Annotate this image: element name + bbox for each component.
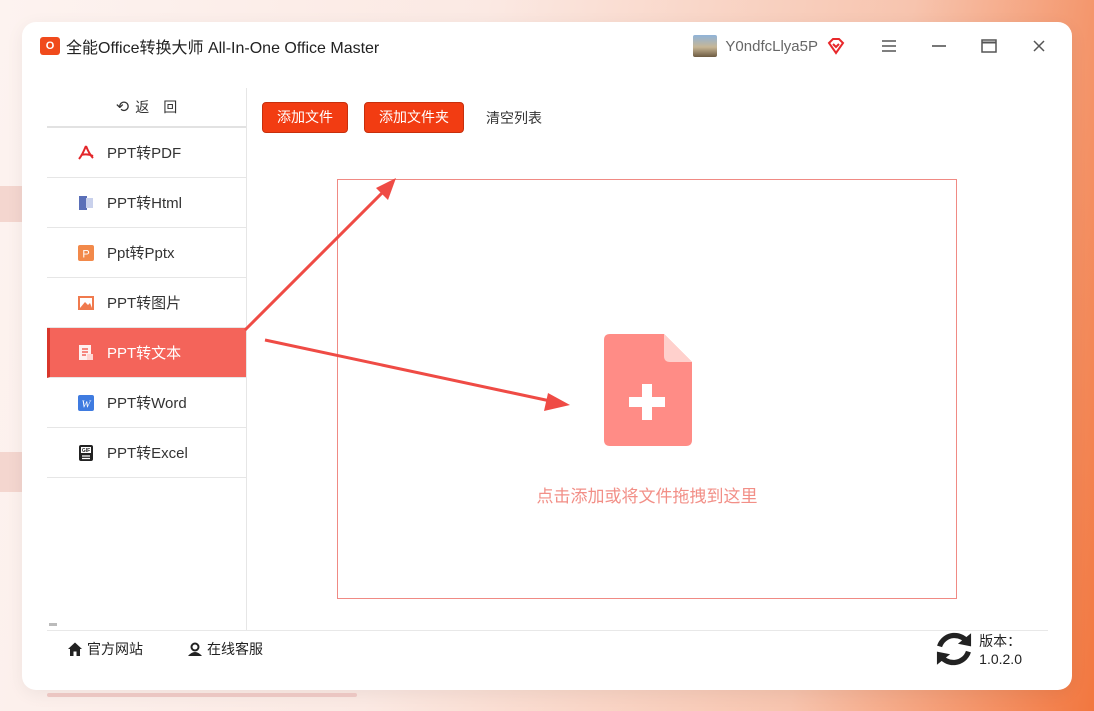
image-icon (77, 294, 95, 312)
sidebar-item-ppt-to-html[interactable]: PPT转Html (47, 178, 246, 228)
support-link[interactable]: 在线客服 (187, 639, 263, 659)
vip-diamond-icon[interactable] (826, 36, 846, 56)
home-icon (68, 642, 82, 656)
sidebar-scrollbar[interactable] (49, 623, 57, 626)
customer-service-icon (188, 642, 202, 656)
sidebar: ⟲ 返 回 PPT转PDF PPT转Html P Ppt转Pptx PPT转图片… (47, 88, 247, 630)
toolbar: 添加文件 添加文件夹 清空列表 (262, 102, 542, 133)
refresh-icon (937, 632, 972, 666)
app-title: 全能Office转换大师 All-In-One Office Master (66, 40, 380, 57)
sidebar-item-ppt-to-excel[interactable]: GIF PPT转Excel (47, 428, 246, 478)
excel-icon: GIF (77, 444, 95, 462)
add-file-button[interactable]: 添加文件 (262, 102, 348, 133)
clear-list-button[interactable]: 清空列表 (486, 108, 542, 128)
add-file-icon (604, 334, 692, 446)
word-icon: W (77, 394, 95, 412)
sidebar-item-label: PPT转PDF (107, 145, 182, 162)
sidebar-item-label: Ppt转Pptx (107, 245, 175, 262)
sidebar-item-ppt-to-pptx[interactable]: P Ppt转Pptx (47, 228, 246, 278)
app-logo-icon: O (40, 37, 60, 55)
maximize-icon[interactable] (964, 31, 1014, 61)
sidebar-item-ppt-to-pdf[interactable]: PPT转PDF (47, 128, 246, 178)
pdf-icon (77, 144, 95, 162)
add-folder-button[interactable]: 添加文件夹 (364, 102, 464, 133)
title-bar-controls: Y0ndfcLlya5P (693, 31, 1064, 61)
menu-icon[interactable] (864, 31, 914, 61)
close-icon[interactable] (1014, 31, 1064, 61)
drop-zone-hint: 点击添加或将文件拖拽到这里 (536, 487, 758, 506)
svg-text:W: W (81, 398, 91, 410)
status-bar: 官方网站 在线客服 版本：1.0.2.0 (47, 630, 1048, 667)
sidebar-item-label: PPT转图片 (107, 295, 182, 312)
back-arrow-icon: ⟲ (115, 99, 130, 116)
sidebar-item-ppt-to-image[interactable]: PPT转图片 (47, 278, 246, 328)
version-label: 版本：1.0.2.0 (979, 633, 1022, 667)
sidebar-item-ppt-to-word[interactable]: W PPT转Word (47, 378, 246, 428)
back-button[interactable]: ⟲ 返 回 (47, 88, 246, 128)
back-label: 返 回 (135, 99, 178, 115)
website-label: 官方网站 (87, 641, 143, 657)
text-icon (77, 344, 95, 362)
avatar[interactable] (693, 35, 718, 57)
website-link[interactable]: 官方网站 (67, 639, 143, 659)
minimize-icon[interactable] (914, 31, 964, 61)
sidebar-item-label: PPT转Excel (107, 445, 188, 462)
version-info[interactable]: 版本：1.0.2.0 (933, 628, 1022, 670)
title-bar: O 全能Office转换大师 All-In-One Office Master … (26, 26, 1064, 66)
support-label: 在线客服 (207, 641, 263, 657)
username[interactable]: Y0ndfcLlya5P (725, 38, 818, 55)
file-drop-zone[interactable]: 点击添加或将文件拖拽到这里 (337, 179, 957, 599)
pptx-icon: P (77, 244, 95, 262)
sidebar-item-label: PPT转文本 (107, 345, 182, 362)
svg-text:GIF: GIF (82, 448, 90, 454)
sidebar-item-label: PPT转Word (107, 395, 187, 412)
html-icon (77, 194, 95, 212)
sidebar-item-ppt-to-text[interactable]: PPT转文本 (47, 328, 246, 378)
svg-text:P: P (82, 248, 89, 260)
horizontal-scrollbar[interactable] (47, 693, 357, 697)
sidebar-item-label: PPT转Html (107, 195, 183, 212)
